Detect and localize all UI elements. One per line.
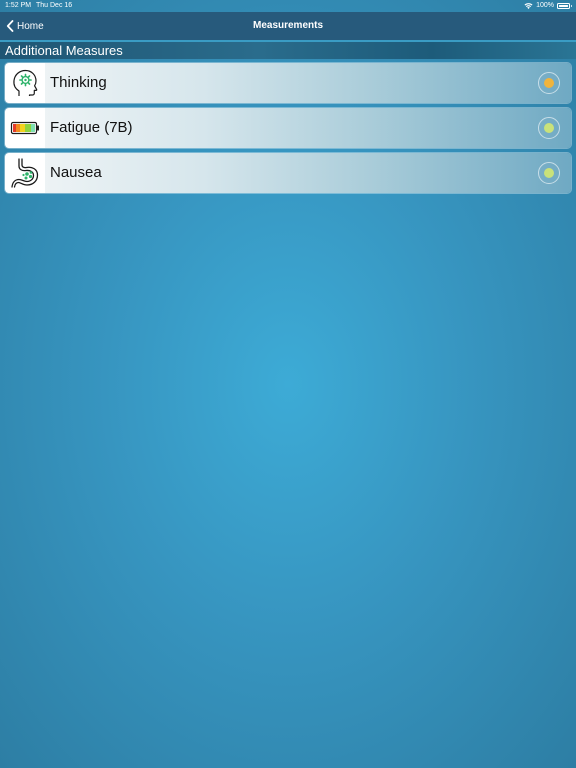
item-icon-box <box>5 108 45 148</box>
wifi-icon <box>524 3 533 9</box>
measures-list: Thinking Fatigue (7B) Nausea <box>5 63 571 198</box>
item-label: Nausea <box>50 164 102 181</box>
battery-icon <box>557 3 572 9</box>
item-label: Fatigue (7B) <box>50 119 133 136</box>
section-header: Additional Measures <box>0 42 576 59</box>
status-dot <box>544 168 554 178</box>
battery-percent: 100% <box>536 2 554 9</box>
status-bar: 1:52 PM Thu Dec 16 100% <box>0 0 576 12</box>
status-dot <box>544 123 554 133</box>
status-indicator <box>538 72 560 94</box>
item-label: Thinking <box>50 74 107 91</box>
status-right: 100% <box>524 0 572 12</box>
page-title: Measurements <box>252 20 324 31</box>
status-date: Thu Dec 16 <box>36 2 73 9</box>
battery-level-icon <box>10 121 39 135</box>
status-time: 1:52 PM <box>5 2 32 9</box>
head-gear-icon <box>13 69 38 96</box>
item-icon-box <box>5 153 45 193</box>
status-indicator <box>538 117 560 139</box>
list-item-thinking[interactable]: Thinking <box>5 63 571 103</box>
status-indicator <box>538 162 560 184</box>
list-item-nausea[interactable]: Nausea <box>5 153 571 193</box>
item-icon-box <box>5 63 45 103</box>
list-item-fatigue[interactable]: Fatigue (7B) <box>5 108 571 148</box>
navigation-bar: Home Measurements <box>0 12 576 40</box>
stomach-icon <box>11 158 39 188</box>
status-dot <box>544 78 554 88</box>
